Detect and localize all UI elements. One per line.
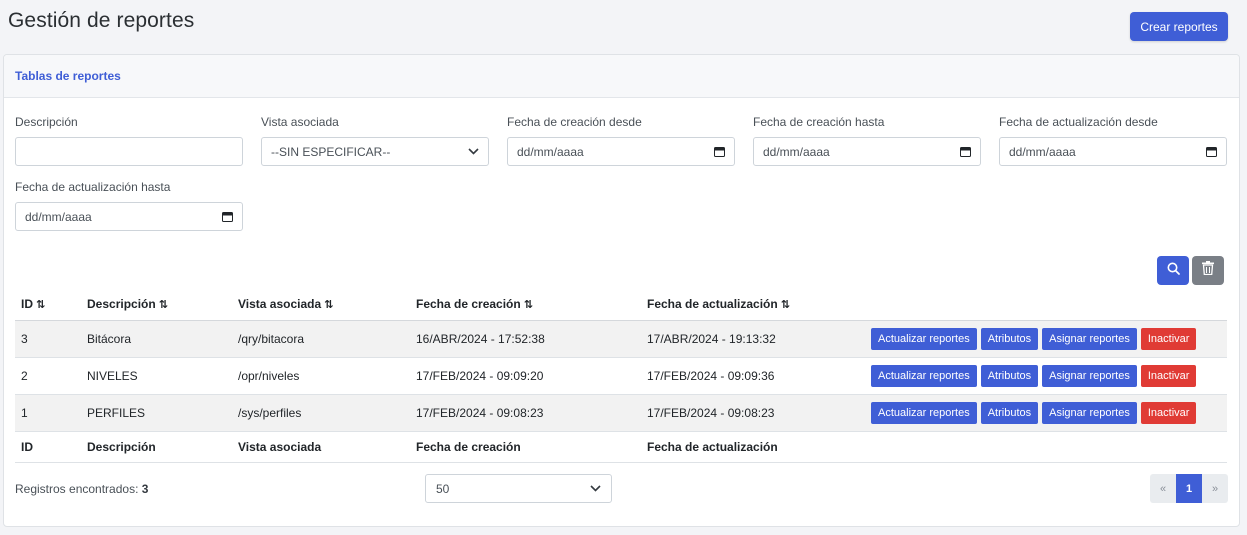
reports-table: ID ⇅ Descripción ⇅ Vista asociada ⇅ Fecha d…: [15, 288, 1227, 463]
records-label: Registros encontrados:: [15, 482, 139, 496]
records-number: 3: [141, 482, 149, 496]
footer-col-vista: Vista asociada: [238, 439, 322, 454]
page-title: Gestión de reportes: [8, 9, 195, 32]
assign-report-button[interactable]: Asignar reportes: [1042, 401, 1137, 424]
vista-select-value: --SIN ESPECIFICAR--: [271, 144, 391, 159]
col-header-vista[interactable]: Vista asociada ⇅: [232, 288, 410, 321]
cell-descripcion: Bitácora: [87, 331, 132, 346]
table-row: 1 PERFILES /sys/perfiles 17/FEB/2024 - 0…: [15, 394, 1227, 431]
cell-id: 3: [21, 331, 28, 346]
calendar-icon[interactable]: [1206, 146, 1217, 157]
sort-icon[interactable]: ⇅: [36, 299, 45, 311]
col-header-descripcion[interactable]: Descripción ⇅: [81, 288, 232, 321]
update-report-button[interactable]: Actualizar reportes: [871, 401, 977, 424]
creacion-desde-label: Fecha de creación desde: [507, 115, 642, 129]
col-header-actions: [861, 288, 1227, 321]
vista-label: Vista asociada: [261, 115, 339, 129]
per-page-select[interactable]: 50: [425, 474, 612, 503]
calendar-icon[interactable]: [960, 146, 971, 157]
create-report-button[interactable]: Crear reportes: [1130, 12, 1228, 41]
card-header: Tablas de reportes: [4, 55, 1239, 98]
row-actions: Actualizar reportes Atributos Asignar repo…: [861, 357, 1227, 394]
creacion-hasta-input[interactable]: dd/mm/aaaa: [753, 137, 981, 166]
attributes-button[interactable]: Atributos: [980, 327, 1039, 350]
vista-select[interactable]: --SIN ESPECIFICAR--: [261, 137, 489, 166]
actualizacion-desde-label: Fecha de actualización desde: [999, 115, 1158, 129]
assign-report-button[interactable]: Asignar reportes: [1042, 327, 1137, 350]
actualizacion-desde-input[interactable]: dd/mm/aaaa: [999, 137, 1227, 166]
actualizacion-desde-placeholder: dd/mm/aaaa: [1009, 144, 1076, 159]
cell-vista: /opr/niveles: [238, 368, 300, 383]
actualizacion-hasta-placeholder: dd/mm/aaaa: [25, 209, 92, 224]
chevron-down-icon: [468, 148, 479, 155]
calendar-icon[interactable]: [714, 146, 725, 157]
chevron-down-icon: [590, 485, 601, 492]
cell-actualizacion: 17/FEB/2024 - 09:09:36: [647, 368, 775, 383]
card-title: Tablas de reportes: [15, 69, 121, 83]
cell-vista: /qry/bitacora: [238, 331, 305, 346]
cell-creacion: 17/FEB/2024 - 09:09:20: [416, 368, 544, 383]
col-header-id[interactable]: ID ⇅: [15, 288, 81, 321]
search-button[interactable]: [1157, 256, 1189, 285]
table-header-row: ID ⇅ Descripción ⇅ Vista asociada ⇅ Fecha d…: [15, 288, 1227, 321]
sort-icon[interactable]: ⇅: [781, 299, 790, 311]
trash-icon: [1202, 261, 1214, 280]
footer-col-creacion: Fecha de creación: [416, 439, 521, 454]
clear-filters-button[interactable]: [1192, 256, 1224, 285]
cell-actualizacion: 17/FEB/2024 - 09:08:23: [647, 405, 775, 420]
calendar-icon[interactable]: [222, 211, 233, 222]
creacion-hasta-label: Fecha de creación hasta: [753, 115, 885, 129]
attributes-button[interactable]: Atributos: [980, 364, 1039, 387]
creacion-desde-input[interactable]: dd/mm/aaaa: [507, 137, 735, 166]
table-row: 2 NIVELES /opr/niveles 17/FEB/2024 - 09:…: [15, 357, 1227, 394]
sort-icon[interactable]: ⇅: [159, 299, 168, 311]
creacion-hasta-placeholder: dd/mm/aaaa: [763, 144, 830, 159]
assign-report-button[interactable]: Asignar reportes: [1042, 364, 1137, 387]
deactivate-button[interactable]: Inactivar: [1140, 327, 1197, 350]
col-header-actualizacion[interactable]: Fecha de actualización ⇅: [641, 288, 861, 321]
search-icon: [1167, 262, 1180, 280]
actualizacion-hasta-label: Fecha de actualización hasta: [15, 180, 171, 194]
deactivate-button[interactable]: Inactivar: [1140, 364, 1197, 387]
cell-id: 1: [21, 405, 28, 420]
cell-id: 2: [21, 368, 28, 383]
records-count: Registros encontrados: 3: [15, 482, 148, 496]
per-page-value: 50: [436, 481, 450, 496]
pagination: « 1 »: [1150, 474, 1228, 503]
descripcion-input[interactable]: [15, 137, 243, 166]
deactivate-button[interactable]: Inactivar: [1140, 401, 1197, 424]
col-header-creacion[interactable]: Fecha de creación ⇅: [410, 288, 641, 321]
creacion-desde-placeholder: dd/mm/aaaa: [517, 144, 584, 159]
sort-icon[interactable]: ⇅: [324, 299, 333, 311]
pagination-page[interactable]: 1: [1176, 474, 1202, 503]
cell-descripcion: PERFILES: [87, 405, 146, 420]
footer-col-descripcion: Descripción: [87, 439, 156, 454]
pagination-next[interactable]: »: [1202, 474, 1228, 503]
footer-col-actualizacion: Fecha de actualización: [647, 439, 778, 454]
footer-col-id: ID: [21, 439, 33, 454]
sort-icon[interactable]: ⇅: [524, 299, 533, 311]
descripcion-label: Descripción: [15, 115, 78, 129]
cell-vista: /sys/perfiles: [238, 405, 302, 420]
cell-actualizacion: 17/ABR/2024 - 19:13:32: [647, 331, 776, 346]
pagination-prev[interactable]: «: [1150, 474, 1176, 503]
row-actions: Actualizar reportes Atributos Asignar repo…: [861, 320, 1227, 357]
row-actions: Actualizar reportes Atributos Asignar repo…: [861, 394, 1227, 431]
cell-descripcion: NIVELES: [87, 368, 138, 383]
table-footer-row: ID Descripción Vista asociada Fecha de c…: [15, 431, 1227, 462]
update-report-button[interactable]: Actualizar reportes: [871, 364, 977, 387]
cell-creacion: 16/ABR/2024 - 17:52:38: [416, 331, 545, 346]
cell-creacion: 17/FEB/2024 - 09:08:23: [416, 405, 544, 420]
attributes-button[interactable]: Atributos: [980, 401, 1039, 424]
update-report-button[interactable]: Actualizar reportes: [871, 327, 977, 350]
actualizacion-hasta-input[interactable]: dd/mm/aaaa: [15, 202, 243, 231]
table-row: 3 Bitácora /qry/bitacora 16/ABR/2024 - 1…: [15, 320, 1227, 357]
